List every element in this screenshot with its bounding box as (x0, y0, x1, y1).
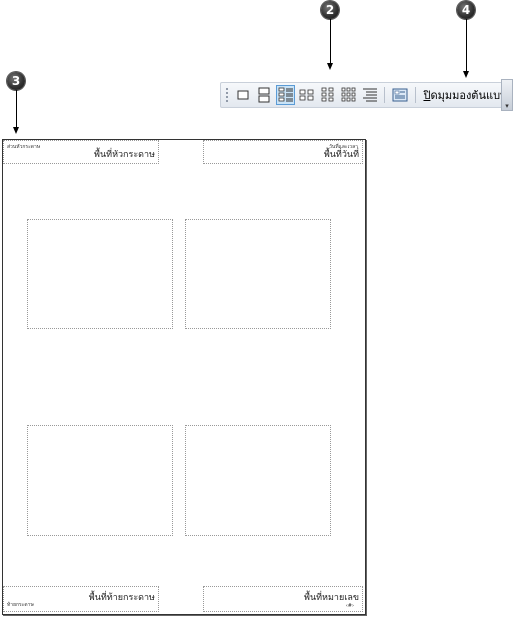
toolbar-grip-handle[interactable] (225, 87, 229, 103)
handout-master-toolbar: ปิดมุมมองต้นแบบ ▾ (220, 79, 513, 111)
close-master-view-button[interactable]: ปิดมุมมองต้นแบบ (419, 86, 511, 104)
handout-page: ส่วนหัวกระดาษ พื้นที่หัวกระดาษ วันที่และ… (2, 139, 366, 615)
six-slides-icon (321, 87, 334, 102)
slide-placeholder[interactable] (27, 425, 173, 536)
callout-4-arrow (466, 19, 467, 73)
date-placeholder[interactable]: วันที่และเวลา พื้นที่วันที่ (203, 140, 363, 164)
slide-number-placeholder-small-text: ‹#› (345, 603, 354, 609)
slide-number-placeholder[interactable]: พื้นที่หมายเลข ‹#› (203, 586, 363, 612)
footer-placeholder-label: พื้นที่ท้ายกระดาษ (88, 593, 155, 603)
master-layout-button[interactable] (390, 85, 409, 105)
footer-placeholder[interactable]: พื้นที่ท้ายกระดาษ ท้ายกระดาษ (3, 586, 159, 612)
layout-2-slides-button[interactable] (255, 85, 274, 105)
callout-4-arrowhead (463, 71, 469, 78)
three-slides-icon (278, 87, 293, 102)
callout-4: 4 (457, 1, 475, 19)
toolbar-options-chevron-down-icon[interactable]: ▾ (501, 79, 513, 111)
header-placeholder-label: พื้นที่หัวกระดาษ (94, 150, 155, 160)
layout-4-slides-button[interactable] (297, 85, 316, 105)
master-layout-icon (392, 88, 408, 102)
toolbar-separator (414, 87, 416, 103)
outline-lines-icon (362, 88, 377, 102)
callout-2: 2 (321, 1, 339, 19)
one-slide-icon (237, 90, 249, 100)
nine-slides-icon (341, 87, 356, 102)
layout-9-slides-button[interactable] (339, 85, 358, 105)
header-placeholder[interactable]: ส่วนหัวกระดาษ พื้นที่หัวกระดาษ (3, 140, 159, 164)
layout-3-slides-button[interactable] (275, 85, 296, 105)
date-placeholder-label: พื้นที่วันที่ (323, 150, 359, 160)
footer-placeholder-small-text: ท้ายกระดาษ (7, 602, 34, 608)
callout-2-arrowhead (327, 63, 333, 70)
callout-3-arrowhead (13, 127, 19, 134)
toolbar-separator (384, 87, 386, 103)
callout-2-arrow (330, 19, 331, 65)
close-master-view-label: ดมุมมองต้นแบบ (430, 89, 508, 102)
header-placeholder-small-text: ส่วนหัวกระดาษ (7, 144, 41, 150)
slide-placeholder[interactable] (185, 425, 331, 536)
layout-1-slide-button[interactable] (234, 85, 253, 105)
four-slides-icon (299, 89, 314, 101)
slide-placeholder[interactable] (27, 219, 173, 329)
two-slides-icon (258, 87, 270, 103)
outline-view-button[interactable] (360, 85, 379, 105)
callout-3-arrow (16, 90, 17, 128)
callout-3: 3 (7, 72, 25, 90)
slide-placeholder[interactable] (185, 219, 331, 329)
layout-6-slides-button[interactable] (318, 85, 337, 105)
slide-number-placeholder-label: พื้นที่หมายเลข (304, 593, 359, 603)
